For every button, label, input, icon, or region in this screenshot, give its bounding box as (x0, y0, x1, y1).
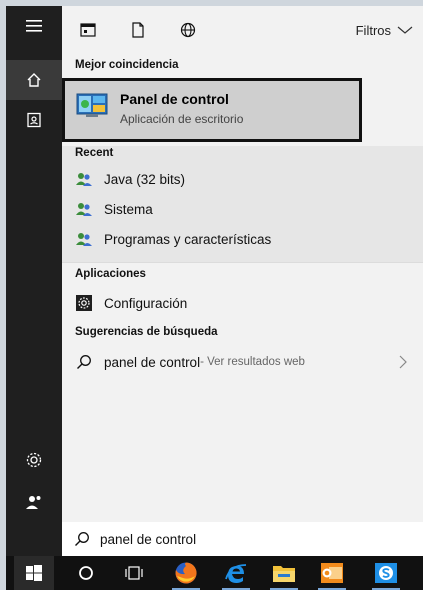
person-icon (26, 496, 41, 509)
menu-button[interactable] (6, 6, 62, 46)
settings-icon (76, 295, 92, 311)
skype-button[interactable] (366, 556, 406, 590)
internet-explorer-icon (225, 564, 247, 583)
chevron-down-icon (397, 26, 413, 34)
skype-icon (375, 563, 397, 583)
file-explorer-button[interactable] (264, 556, 304, 590)
menu-icon (26, 20, 42, 32)
search-input[interactable]: panel de control (100, 532, 196, 547)
apps-header: Aplicaciones (75, 268, 146, 280)
web-icon (180, 22, 196, 38)
list-item-label: Configuración (104, 295, 188, 311)
taskbar (6, 556, 423, 590)
home-button[interactable] (6, 60, 62, 100)
recent-item-programas[interactable]: Programas y características (62, 224, 423, 254)
results-panel: Filtros Mejor coincidencia Panel de cont… (62, 6, 423, 556)
start-button[interactable] (14, 556, 54, 590)
users-icon (76, 233, 92, 246)
settings-button[interactable] (6, 440, 62, 480)
filters-label: Filtros (355, 22, 391, 38)
internet-explorer-button[interactable] (216, 556, 256, 590)
control-panel-icon (76, 93, 108, 117)
outlook-icon (321, 563, 343, 583)
apps-icon (80, 23, 96, 37)
user-card-icon (27, 112, 41, 128)
list-item-label: Sistema (104, 201, 153, 217)
best-match-subtitle: Aplicación de escritorio (120, 112, 244, 126)
suggestion-item[interactable]: panel de control - Ver resultados web (62, 347, 423, 377)
list-item-label: Java (32 bits) (104, 171, 186, 187)
outlook-button[interactable] (312, 556, 352, 590)
document-icon (132, 22, 144, 38)
notebook-button[interactable] (6, 100, 62, 140)
windows-start-icon (26, 565, 42, 581)
filter-bar: Filtros (62, 6, 423, 54)
recent-header: Recent (75, 147, 114, 159)
recent-item-sistema[interactable]: Sistema (62, 194, 423, 224)
list-item-label: Programas y características (104, 231, 272, 247)
section-divider (62, 262, 423, 263)
search-icon (77, 355, 91, 369)
best-match-header: Mejor coincidencia (75, 59, 179, 71)
search-window: Filtros Mejor coincidencia Panel de cont… (6, 6, 423, 590)
left-rail (6, 6, 62, 556)
apps-filter-button[interactable] (76, 18, 100, 42)
firefox-button[interactable] (166, 556, 206, 590)
home-icon (27, 73, 41, 87)
cortana-button[interactable] (66, 556, 106, 590)
file-explorer-icon (273, 566, 295, 582)
task-view-icon (125, 566, 143, 580)
cortana-icon (79, 566, 93, 580)
app-item-configuracion[interactable]: Configuración (62, 288, 423, 318)
best-match-title: Panel de control (120, 91, 229, 107)
gear-icon (26, 452, 42, 468)
task-view-button[interactable] (114, 556, 154, 590)
search-box[interactable]: panel de control (62, 522, 423, 556)
account-button[interactable] (6, 482, 62, 522)
users-icon (76, 173, 92, 186)
search-icon (75, 532, 89, 546)
suggestion-sub: - Ver resultados web (200, 356, 305, 368)
chevron-right-icon[interactable] (397, 355, 409, 369)
web-filter-button[interactable] (176, 18, 200, 42)
firefox-icon (175, 562, 197, 584)
documents-filter-button[interactable] (126, 18, 150, 42)
recent-item-java[interactable]: Java (32 bits) (62, 164, 423, 194)
users-icon (76, 203, 92, 216)
suggestion-label: panel de control (104, 354, 201, 370)
suggestions-header: Sugerencias de búsqueda (75, 326, 218, 338)
filters-dropdown[interactable]: Filtros (356, 21, 413, 39)
